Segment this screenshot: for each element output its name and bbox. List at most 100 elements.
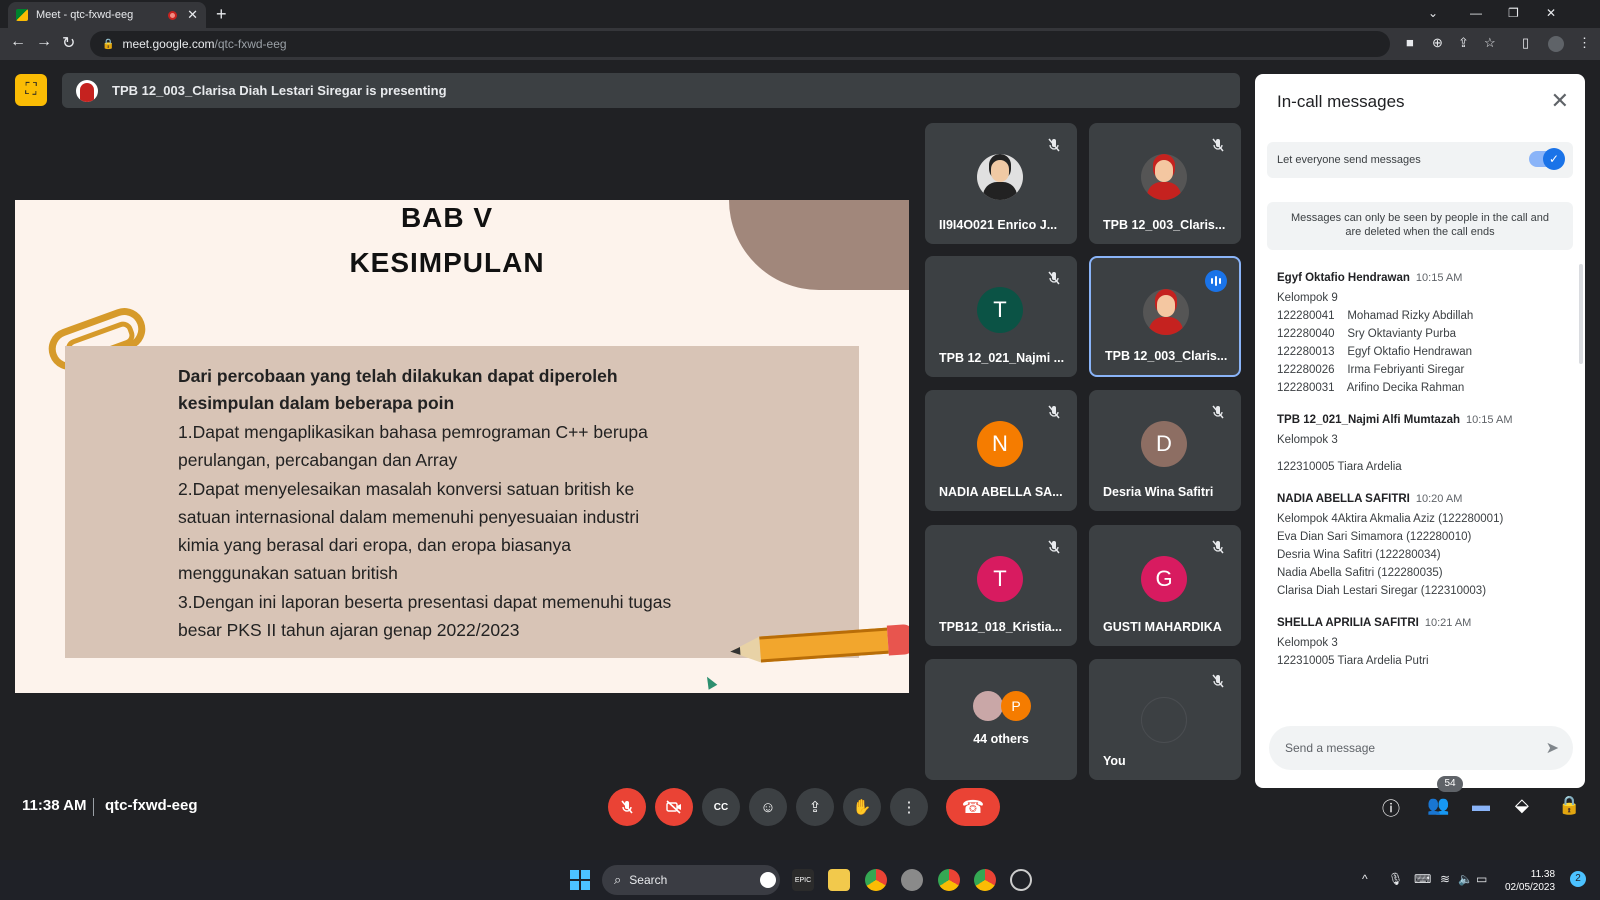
epic-games-icon[interactable]: EPIC (792, 869, 814, 891)
battery-icon[interactable]: ▭ (1476, 872, 1487, 886)
chat-icon[interactable]: ▬ (1472, 795, 1490, 816)
meeting-details-icon[interactable]: ⓘ (1382, 795, 1400, 821)
windows-start-icon[interactable] (570, 870, 590, 890)
close-window-button[interactable]: ✕ (1546, 6, 1556, 20)
lock-icon: 🔒 (102, 38, 115, 50)
activities-icon[interactable]: ⬙ (1515, 795, 1529, 816)
camera-off-button[interactable] (655, 788, 693, 826)
bookmark-star-icon[interactable]: ☆ (1484, 35, 1496, 51)
emoji-reactions-button[interactable]: ☺ (749, 788, 787, 826)
captions-button[interactable]: CC (702, 788, 740, 826)
close-icon[interactable]: ✕ (1551, 88, 1569, 114)
camera-icon[interactable]: ■ (1406, 35, 1414, 50)
volume-icon[interactable]: 🔈 (1458, 872, 1473, 886)
participant-tile[interactable]: II9I4O021 Enrico J... (925, 123, 1077, 244)
search-icon: ⌕ (614, 872, 622, 887)
app-icon[interactable] (1010, 869, 1032, 891)
forward-arrow-icon[interactable]: → (36, 33, 52, 51)
url-field[interactable]: 🔒 meet.google.com/qtc-fxwd-eeg (90, 31, 1390, 57)
taskbar-search[interactable]: ⌕ Search (602, 865, 780, 895)
taskbar-clock[interactable]: 11.38 02/05/2023 (1505, 868, 1555, 894)
chrome-active-icon[interactable] (974, 869, 996, 891)
chrome-profile-icon[interactable] (938, 869, 960, 891)
settings-gear-icon[interactable] (901, 869, 923, 891)
participant-name: You (1103, 754, 1126, 768)
chat-message: NADIA ABELLA SAFITRI 10:20 AM Kelompok 4Ak… (1277, 493, 1567, 600)
tray-chevron-icon[interactable]: ^ (1362, 872, 1368, 886)
more-options-button[interactable]: ⋮ (890, 788, 928, 826)
participant-avatar: T (977, 287, 1023, 333)
file-explorer-icon[interactable] (828, 869, 850, 891)
chat-notice: Messages can only be seen by people in t… (1267, 202, 1573, 250)
host-controls-icon[interactable]: 🔒 (1558, 795, 1580, 816)
wifi-icon[interactable]: ≋ (1440, 872, 1450, 886)
participant-tile[interactable]: T TPB12_018_Kristia... (925, 525, 1077, 646)
message-line: 122280041 Mohamad Rizky Abdillah (1277, 310, 1474, 322)
meet-stage: ⛶ TPB 12_003_Clarisa Diah Lestari Sirega… (0, 60, 1600, 860)
mic-off-button[interactable] (608, 788, 646, 826)
send-messages-toggle[interactable]: ✓ (1529, 148, 1565, 170)
participant-tile[interactable]: You (1089, 659, 1241, 780)
participant-tile[interactable]: N NADIA ABELLA SA... (925, 390, 1077, 511)
raise-hand-button[interactable]: ✋ (843, 788, 881, 826)
reload-icon[interactable]: ↻ (62, 33, 75, 53)
slide-point-line: kimia yang berasal dari eropa, dan eropa… (178, 535, 572, 556)
send-icon[interactable]: ➤ (1546, 738, 1559, 758)
participant-avatar: D (1141, 421, 1187, 467)
mic-off-icon (1209, 539, 1227, 557)
side-panel-icon[interactable]: ▯ (1522, 35, 1529, 51)
browser-tab[interactable]: Meet - qtc-fxwd-eeg ✕ (8, 2, 206, 28)
url-domain: meet.google.com (122, 37, 215, 51)
mic-off-icon (1209, 137, 1227, 155)
mouse-cursor-icon (702, 674, 718, 690)
slide-point-line: perulangan, percabangan dan Array (178, 450, 458, 471)
windows-taskbar: ⌕ Search EPIC ^ 🎙 ⌨ ≋ 🔈 ▭ 11.38 02/05/20… (0, 860, 1600, 900)
zoom-icon[interactable]: ⊕ (1432, 35, 1443, 51)
participant-name: NADIA ABELLA SA... (939, 485, 1063, 499)
participant-tile[interactable]: G GUSTI MAHARDIKA (1089, 525, 1241, 646)
message-line: Kelompok 9 (1277, 292, 1338, 304)
mic-off-icon (1045, 270, 1063, 288)
meeting-clock: 11:38 AM (22, 797, 87, 814)
presenter-avatar (76, 79, 98, 102)
profile-avatar[interactable] (1548, 36, 1564, 52)
more-menu-icon[interactable]: ⋮ (1578, 35, 1591, 51)
participant-tile[interactable]: D Desria Wina Safitri (1089, 390, 1241, 511)
mic-tray-icon[interactable]: 🎙 (1388, 872, 1403, 886)
mic-off-icon (1209, 404, 1227, 422)
participant-tile[interactable]: TPB 12_003_Claris... (1089, 123, 1241, 244)
browser-tab-bar: Meet - qtc-fxwd-eeg ✕ + ⌄ — ❐ ✕ (0, 0, 1600, 28)
present-screen-button[interactable]: ⇪ (796, 788, 834, 826)
mic-off-icon (621, 800, 633, 814)
participant-tile[interactable]: T TPB 12_021_Najmi ... (925, 256, 1077, 377)
tab-search-icon[interactable]: ⌄ (1428, 6, 1438, 20)
taskbar-date: 02/05/2023 (1505, 882, 1556, 893)
people-icon[interactable]: 👥 (1427, 795, 1449, 816)
message-line: 122280031 Arifino Decika Rahman (1277, 382, 1465, 394)
participant-tile[interactable]: P 44 others (925, 659, 1077, 780)
close-tab-icon[interactable]: ✕ (187, 7, 198, 23)
participant-tile[interactable]: TPB 12_003_Claris... (1089, 256, 1241, 377)
participant-name: GUSTI MAHARDIKA (1103, 620, 1222, 634)
chrome-icon[interactable] (865, 869, 887, 891)
end-call-button[interactable]: ☎ (946, 788, 1000, 826)
share-icon[interactable]: ⇪ (1458, 35, 1469, 51)
slide-body: Dari percobaan yang telah dilakukan dapa… (178, 364, 778, 644)
back-arrow-icon[interactable]: ← (10, 33, 26, 51)
new-tab-button[interactable]: + (216, 4, 227, 25)
message-sender: NADIA ABELLA SAFITRI (1277, 493, 1410, 505)
restore-button[interactable]: ❐ (1508, 6, 1519, 20)
chat-scrollbar[interactable] (1579, 264, 1583, 364)
participant-name: 44 others (973, 732, 1029, 746)
participant-avatar (973, 691, 1003, 721)
participant-name: TPB 12_003_Claris... (1103, 218, 1226, 232)
slide-lead-line2: kesimpulan dalam beberapa poin (178, 393, 455, 413)
message-line: 122280040 Sry Oktavianty Purba (1277, 328, 1456, 340)
minimize-button[interactable]: — (1470, 6, 1482, 20)
notification-badge[interactable]: 2 (1570, 871, 1586, 887)
stop-presenting-icon[interactable]: ⛶ (15, 74, 47, 106)
meeting-code: qtc-fxwd-eeg (105, 797, 198, 814)
slide-title-line2: KESIMPULAN (349, 247, 545, 278)
send-message-input[interactable]: Send a message ➤ (1269, 726, 1573, 770)
keyboard-icon[interactable]: ⌨ (1414, 872, 1431, 886)
